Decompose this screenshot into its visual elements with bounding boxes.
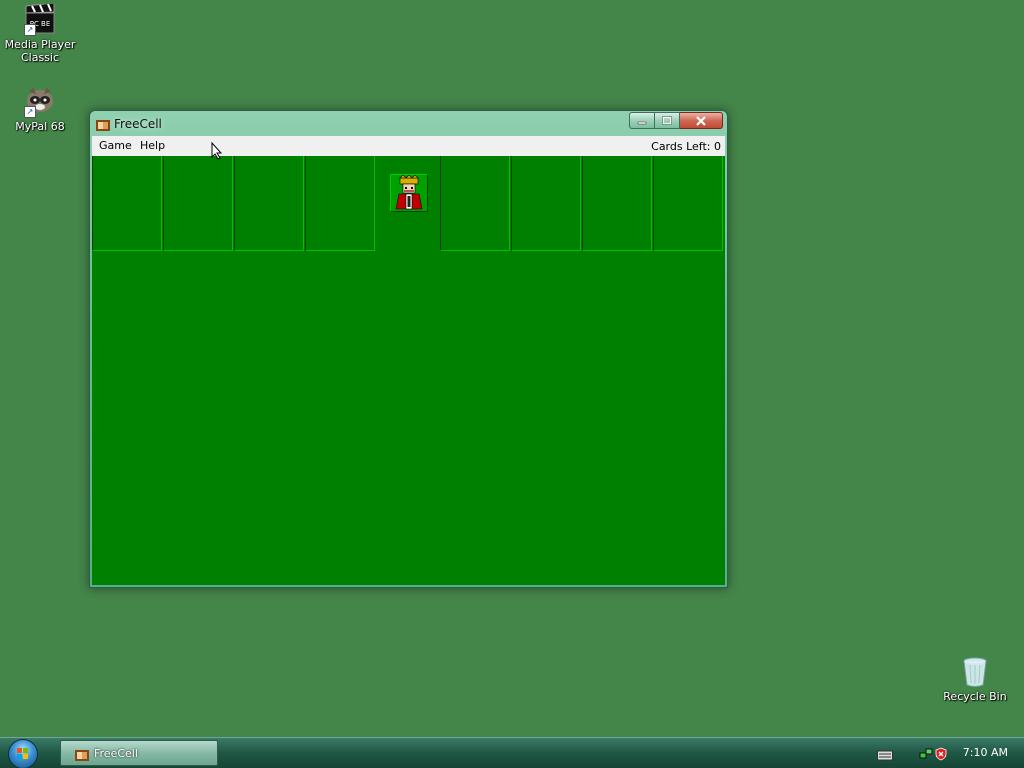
desktop-icon-mypal-68[interactable]: ↗ MyPal 68 (0, 86, 80, 133)
clock[interactable]: 7:10 AM (963, 746, 1008, 759)
network-icon[interactable] (919, 746, 933, 760)
media-player-icon: PC BE ↗ (24, 2, 56, 36)
shortcut-arrow-icon: ↗ (24, 24, 36, 36)
free-cell-2[interactable] (163, 156, 233, 251)
desktop-icon-label: Recycle Bin (943, 690, 1007, 703)
taskbar-button-freecell[interactable]: FreeCell (60, 740, 218, 766)
free-cell-4[interactable] (305, 156, 375, 251)
free-cell-3[interactable] (234, 156, 304, 251)
home-cell-2[interactable] (511, 156, 581, 251)
menu-help[interactable]: Help (140, 139, 165, 152)
minimize-button[interactable] (629, 112, 655, 129)
caption-buttons (629, 112, 723, 129)
home-cell-3[interactable] (582, 156, 652, 251)
title-bar[interactable]: FreeCell (90, 111, 727, 136)
home-cell-1[interactable] (440, 156, 510, 251)
menu-bar: Game Help Cards Left: 0 (92, 136, 725, 156)
taskbar-button-label: FreeCell (94, 747, 138, 760)
start-button[interactable] (8, 739, 38, 768)
taskbar: FreeCell 7:10 AM (0, 737, 1024, 768)
cards-left-counter: Cards Left: 0 (651, 140, 721, 153)
window-title: FreeCell (114, 117, 162, 131)
king-icon[interactable] (390, 174, 428, 212)
maximize-icon (662, 116, 672, 125)
desktop-icon-media-player-classic[interactable]: PC BE ↗ Media Player Classic (0, 2, 80, 64)
desktop-icon-label: Media Player Classic (4, 38, 76, 64)
recycle-bin-icon (959, 656, 991, 688)
freecell-app-icon (96, 117, 110, 131)
home-cell-4[interactable] (653, 156, 723, 251)
desktop-icon-recycle-bin[interactable]: Recycle Bin (935, 656, 1015, 703)
mouse-cursor-icon (211, 142, 223, 160)
security-shield-icon[interactable] (934, 746, 948, 761)
minimize-icon (637, 121, 647, 124)
keyboard-icon[interactable] (877, 746, 893, 761)
close-button[interactable] (680, 112, 723, 129)
game-board[interactable] (92, 156, 725, 585)
freecell-app-icon (75, 747, 89, 761)
windows-logo-icon (17, 748, 28, 759)
shortcut-arrow-icon: ↗ (24, 106, 36, 118)
maximize-button[interactable] (655, 112, 680, 129)
free-cell-1[interactable] (92, 156, 162, 251)
menu-game[interactable]: Game (99, 139, 132, 152)
close-icon (696, 115, 706, 126)
mypal-icon: ↗ (24, 86, 56, 118)
freecell-window[interactable]: FreeCell Game Help Cards Left: 0 (89, 110, 728, 588)
system-tray: 7:10 AM (874, 738, 1024, 768)
desktop-icon-label: MyPal 68 (15, 120, 65, 133)
